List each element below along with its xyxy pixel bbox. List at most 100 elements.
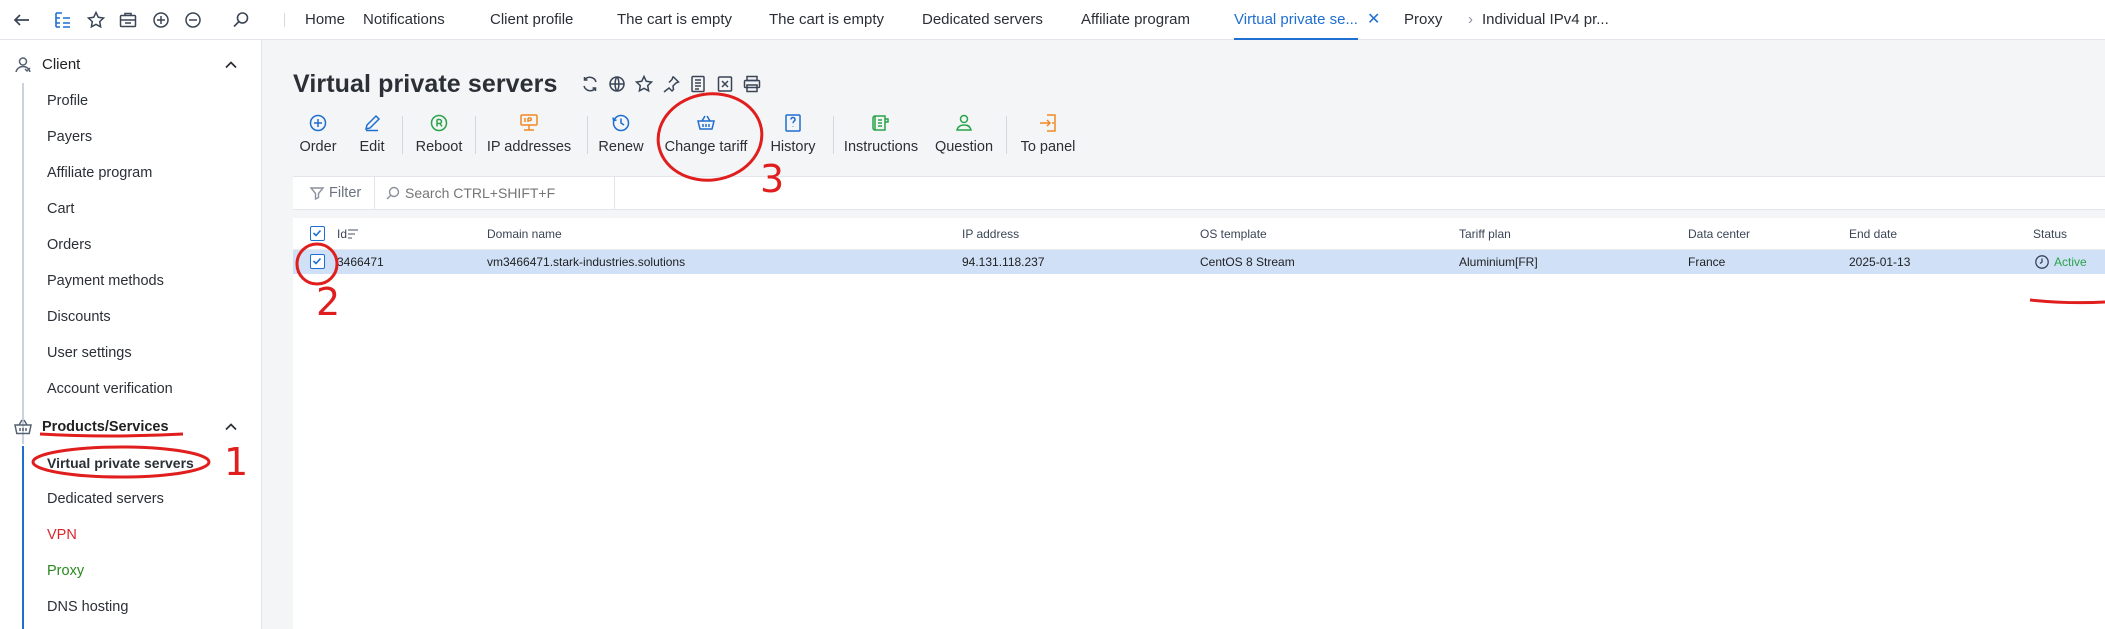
- tab-affiliate-program[interactable]: Affiliate program: [1081, 0, 1190, 40]
- to-panel-button[interactable]: To panel: [1015, 108, 1081, 162]
- column-header-tariff[interactable]: Tariff plan: [1459, 218, 1511, 250]
- sidebar-item-dns-hosting[interactable]: DNS hosting: [47, 599, 128, 615]
- sidebar-item-virtual-private-servers[interactable]: Virtual private servers: [47, 455, 194, 471]
- renew-button[interactable]: Renew: [596, 108, 646, 162]
- tab-cart-empty-1[interactable]: The cart is empty: [617, 0, 732, 40]
- column-header-domain[interactable]: Domain name: [487, 218, 562, 250]
- cell-domain: vm3466471.stark-industries.solutions: [487, 255, 686, 269]
- row-checkbox[interactable]: [310, 254, 325, 269]
- cell-status: Active: [2054, 255, 2087, 269]
- search-icon[interactable]: [230, 9, 252, 31]
- sidebar-item-orders[interactable]: Orders: [47, 237, 91, 253]
- chevron-up-icon[interactable]: [223, 419, 239, 435]
- sidebar-item-cart[interactable]: Cart: [47, 201, 74, 217]
- pin-icon[interactable]: [661, 74, 681, 94]
- page-title: Virtual private servers: [293, 69, 558, 98]
- tab-home[interactable]: Home: [305, 0, 345, 40]
- to-panel-label: To panel: [1020, 139, 1076, 155]
- cell-end-date: 2025-01-13: [1849, 255, 1911, 269]
- basket-icon: [13, 417, 33, 437]
- sort-icon[interactable]: [347, 229, 359, 239]
- sidebar-group-label: Products/Services: [42, 419, 169, 435]
- star-icon[interactable]: [85, 9, 107, 31]
- globe-icon[interactable]: [607, 74, 627, 94]
- toolbar-divider: [475, 116, 476, 154]
- toolbar-divider: [587, 116, 588, 154]
- annotation-number-1: 1: [224, 440, 249, 484]
- refresh-icon[interactable]: [580, 74, 600, 94]
- excel-export-icon[interactable]: [715, 74, 735, 94]
- reboot-button[interactable]: Reboot: [411, 108, 467, 162]
- sidebar-group-products[interactable]: Products/Services: [0, 409, 262, 445]
- search-icon: [386, 186, 400, 200]
- sidebar-item-user-settings[interactable]: User settings: [47, 345, 132, 361]
- edit-label: Edit: [359, 139, 385, 155]
- search-input[interactable]: [405, 179, 605, 207]
- history-label: History: [770, 139, 816, 155]
- cell-id: 3466471: [337, 255, 384, 269]
- tab-client-profile[interactable]: Client profile: [490, 0, 573, 40]
- cell-tariff: Aluminium[FR]: [1459, 255, 1538, 269]
- sidebar-item-payers[interactable]: Payers: [47, 129, 92, 145]
- cell-ip: 94.131.118.237: [962, 255, 1045, 269]
- search-field[interactable]: [375, 177, 615, 209]
- data-table: Id Domain name IP address OS template Ta…: [293, 218, 2105, 629]
- basket-icon: [697, 115, 715, 130]
- clock-renew-icon: [612, 114, 630, 132]
- to-panel-icon: [1040, 114, 1056, 132]
- instructions-button[interactable]: Instructions: [842, 108, 920, 162]
- instructions-label: Instructions: [843, 139, 919, 155]
- column-header-id[interactable]: Id: [337, 218, 347, 250]
- order-label: Order: [299, 139, 337, 155]
- back-arrow-icon[interactable]: [11, 9, 33, 31]
- tab-dedicated-servers[interactable]: Dedicated servers: [922, 0, 1043, 40]
- tab-cart-empty-2[interactable]: The cart is empty: [769, 0, 884, 40]
- select-all-checkbox[interactable]: [310, 226, 325, 241]
- filter-button[interactable]: Filter: [293, 177, 375, 209]
- reboot-icon: [430, 114, 448, 132]
- sidebar-item-proxy[interactable]: Proxy: [47, 563, 84, 579]
- reboot-label: Reboot: [415, 139, 463, 155]
- instructions-icon: [872, 115, 889, 131]
- ip-addresses-button[interactable]: IP addresses: [484, 108, 574, 162]
- order-button[interactable]: Order: [293, 108, 343, 162]
- tab-virtual-private-servers[interactable]: Virtual private se...: [1234, 0, 1358, 40]
- chevron-right-icon: ›: [1468, 11, 1473, 28]
- column-header-status[interactable]: Status: [2033, 218, 2067, 250]
- column-header-datacenter[interactable]: Data center: [1688, 218, 1750, 250]
- tab-notifications[interactable]: Notifications: [363, 0, 445, 40]
- change-tariff-button[interactable]: Change tariff: [663, 108, 749, 162]
- close-tab-icon[interactable]: ✕: [1367, 0, 1380, 40]
- sidebar-item-account-verification[interactable]: Account verification: [47, 381, 173, 397]
- table-row[interactable]: 3466471 vm3466471.stark-industries.solut…: [293, 250, 2105, 274]
- question-label: Question: [934, 139, 994, 155]
- sidebar-item-discounts[interactable]: Discounts: [47, 309, 111, 325]
- sidebar-item-affiliate-program[interactable]: Affiliate program: [47, 165, 152, 181]
- tree-menu-icon[interactable]: [52, 9, 74, 31]
- question-button[interactable]: Question: [933, 108, 995, 162]
- printer-icon[interactable]: [742, 74, 762, 94]
- history-button[interactable]: History: [768, 108, 818, 162]
- document-icon[interactable]: [688, 74, 708, 94]
- question-user-icon: [956, 114, 972, 131]
- sidebar-item-payment-methods[interactable]: Payment methods: [47, 273, 164, 289]
- zoom-in-icon[interactable]: [150, 9, 172, 31]
- sidebar-group-client[interactable]: Client: [0, 47, 262, 83]
- filter-label: Filter: [329, 185, 362, 201]
- topbar-divider: [284, 13, 285, 27]
- annotation-number-3: 3: [760, 157, 785, 201]
- sidebar-item-dedicated-servers[interactable]: Dedicated servers: [47, 491, 164, 507]
- sidebar-item-profile[interactable]: Profile: [47, 93, 88, 109]
- column-header-end-date[interactable]: End date: [1849, 218, 1897, 250]
- sidebar-item-vpn[interactable]: VPN: [47, 527, 77, 543]
- star-icon[interactable]: [634, 74, 654, 94]
- chevron-up-icon[interactable]: [223, 57, 239, 73]
- column-header-ip[interactable]: IP address: [962, 218, 1019, 250]
- edit-button[interactable]: Edit: [351, 108, 393, 162]
- sidebar-tree-line-active: [22, 446, 24, 629]
- zoom-out-icon[interactable]: [182, 9, 204, 31]
- tab-proxy[interactable]: Proxy: [1404, 0, 1442, 40]
- tab-individual-ipv4[interactable]: Individual IPv4 pr...: [1482, 0, 1609, 40]
- briefcase-icon[interactable]: [117, 9, 139, 31]
- column-header-os[interactable]: OS template: [1200, 218, 1267, 250]
